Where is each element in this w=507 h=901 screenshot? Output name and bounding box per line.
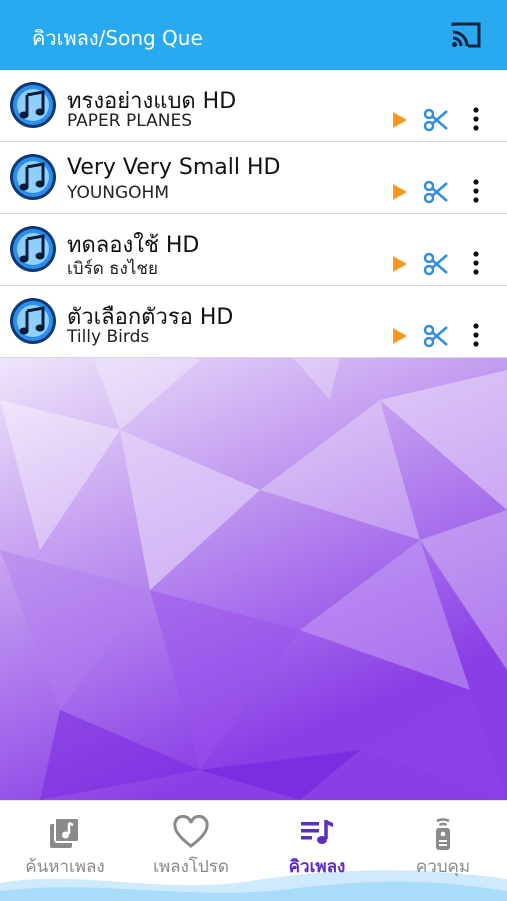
queue-music-icon <box>301 820 333 844</box>
song-queue-list: ทรงอย่างแบด HD PAPER PLANES Very Very Sm… <box>0 70 507 358</box>
nav-label: ควบคุม <box>415 857 471 877</box>
nav-label: เพลงโปรด <box>153 857 229 877</box>
more-vertical-icon[interactable] <box>466 322 486 348</box>
queue-row[interactable]: ทรงอย่างแบด HD PAPER PLANES <box>0 70 507 142</box>
nav-label: ค้นหาเพลง <box>25 857 105 877</box>
app-bar: คิวเพลง/Song Que <box>0 0 507 70</box>
more-vertical-icon[interactable] <box>466 106 486 132</box>
play-icon[interactable] <box>391 326 409 346</box>
scissors-icon[interactable] <box>423 251 449 277</box>
song-title: Very Very Small HD <box>67 155 281 180</box>
page-title: คิวเพลง/Song Que <box>32 26 203 50</box>
music-note-icon <box>10 154 56 200</box>
music-note-icon <box>10 226 56 272</box>
music-note-icon <box>10 82 56 128</box>
queue-row[interactable]: Very Very Small HD YOUNGOHM <box>0 142 507 214</box>
bottom-navigation: ค้นหาเพลง เพลงโปรด คิวเพลง ควบคุม <box>0 800 507 901</box>
heart-icon <box>173 815 209 848</box>
more-vertical-icon[interactable] <box>466 178 486 204</box>
more-vertical-icon[interactable] <box>466 250 486 276</box>
nav-song-queue[interactable]: คิวเพลง <box>254 801 380 901</box>
nav-search-songs[interactable]: ค้นหาเพลง <box>2 801 128 901</box>
scissors-icon[interactable] <box>423 323 449 349</box>
scissors-icon[interactable] <box>423 107 449 133</box>
music-note-icon <box>10 298 56 344</box>
remote-icon <box>436 818 450 850</box>
cast-icon <box>451 22 481 48</box>
song-artist: Tilly Birds <box>67 327 150 347</box>
scissors-icon[interactable] <box>423 179 449 205</box>
queue-row[interactable]: ทดลองใช้ HD เบิร์ด ธงไชย <box>0 214 507 286</box>
play-icon[interactable] <box>391 110 409 130</box>
play-icon[interactable] <box>391 254 409 274</box>
play-icon[interactable] <box>391 182 409 202</box>
cast-button[interactable] <box>451 22 481 48</box>
nav-label: คิวเพลง <box>288 857 346 877</box>
song-artist: เบิร์ด ธงไชย <box>67 259 158 279</box>
song-artist: YOUNGOHM <box>67 183 169 203</box>
nav-control[interactable]: ควบคุม <box>380 801 506 901</box>
song-artist: PAPER PLANES <box>67 111 192 131</box>
nav-favorites[interactable]: เพลงโปรด <box>128 801 254 901</box>
queue-row[interactable]: ตัวเลือกตัวรอ HD Tilly Birds <box>0 286 507 358</box>
music-library-icon <box>50 817 80 848</box>
